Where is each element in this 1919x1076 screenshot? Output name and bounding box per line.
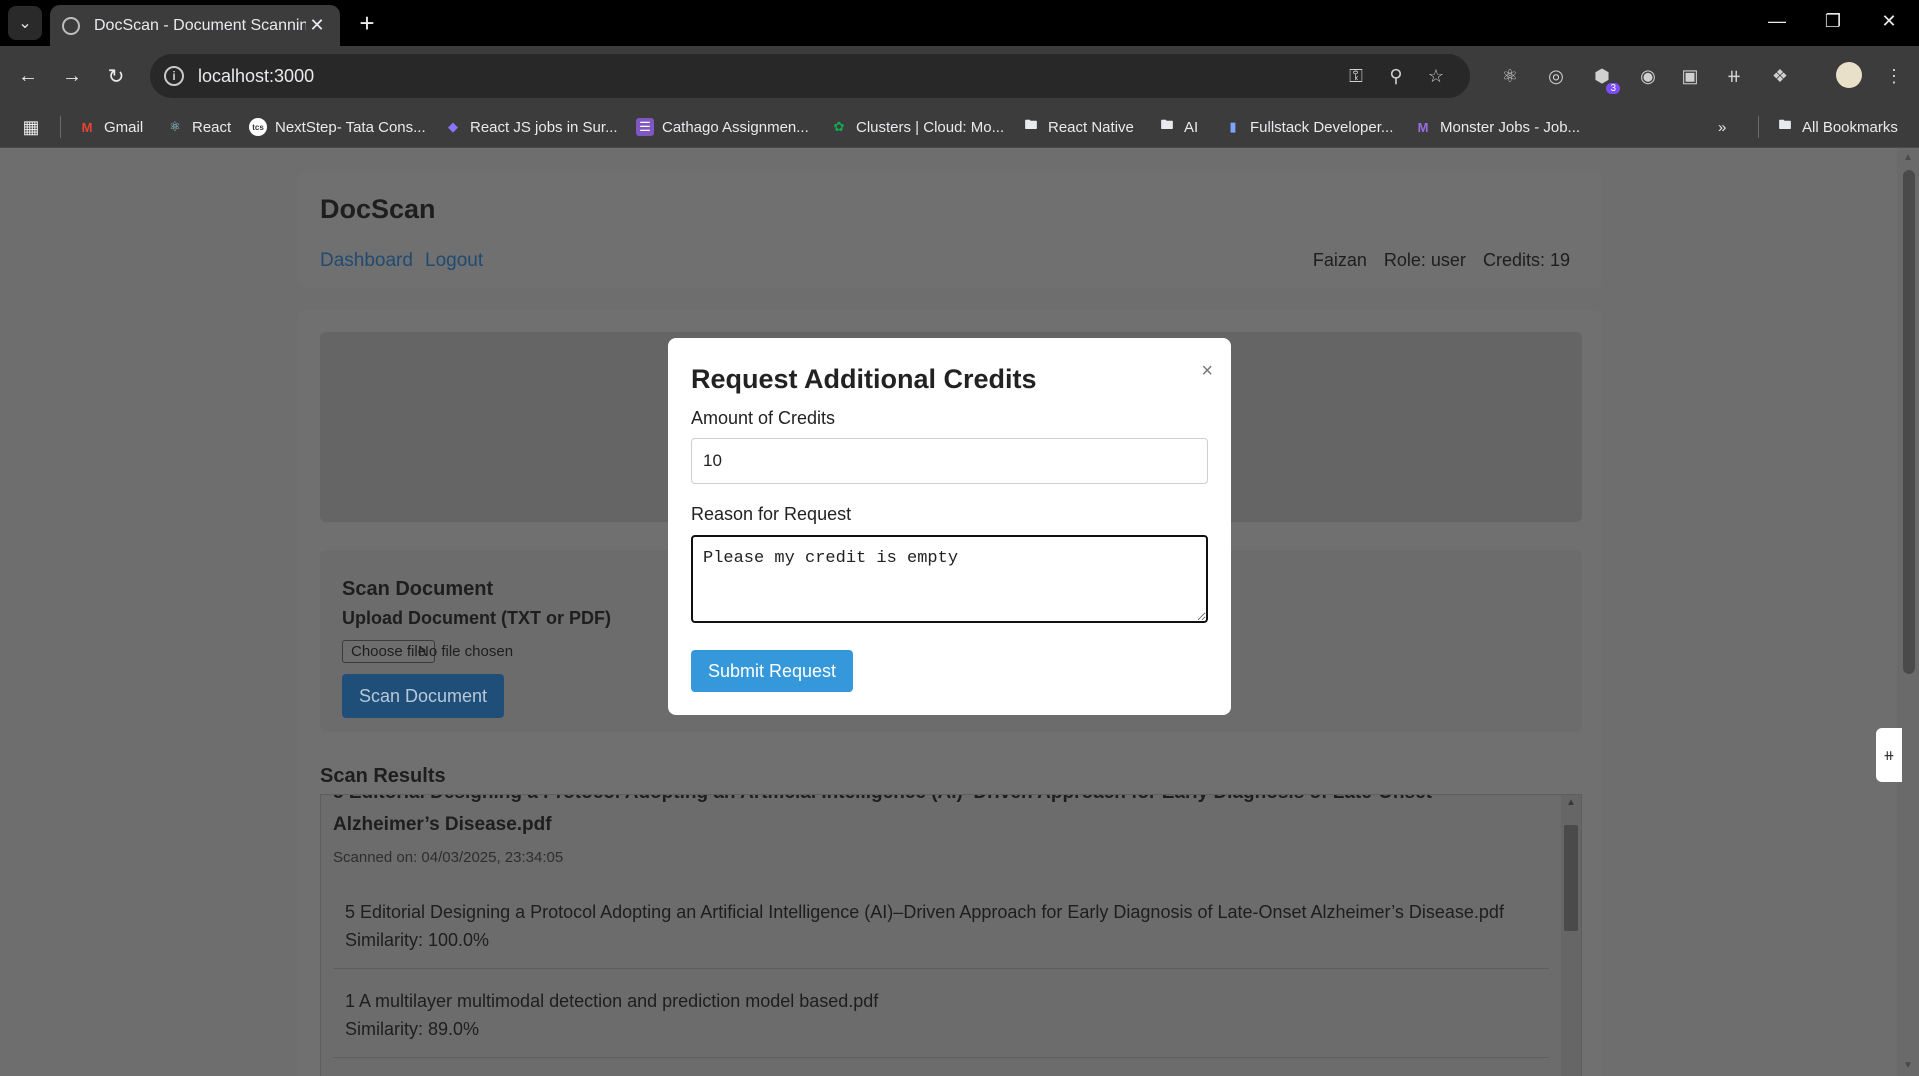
doc-icon: ▮ <box>1229 119 1237 134</box>
form-icon: ☰ <box>636 118 654 136</box>
folder-icon: 🖿 <box>1778 117 1792 132</box>
extension-badge: 3 <box>1606 83 1620 94</box>
results-scrollbar[interactable]: ▲ <box>1561 795 1581 1076</box>
bookmark-fullstack[interactable]: ▮ Fullstack Developer... <box>1224 114 1393 140</box>
forward-icon[interactable]: → <box>54 58 90 94</box>
bookmarks-divider <box>1758 116 1759 138</box>
match-similarity: Similarity: 89.0% <box>345 1019 480 1039</box>
url-text[interactable]: localhost:3000 <box>198 66 1336 87</box>
tab-bar: ⌄ DocScan - Document Scanning ✕ + — ❐ ✕ <box>0 0 1919 46</box>
bookmark-folder-react-native[interactable]: 🖿 React Native <box>1022 114 1133 140</box>
extension-side-handle-icon[interactable]: ⧺ <box>1876 728 1902 782</box>
job-icon: ◆ <box>448 119 458 134</box>
logout-link[interactable]: Logout <box>425 250 483 272</box>
upload-label: Upload Document (TXT or PDF) <box>342 608 611 628</box>
scan-title: Scan Document <box>342 578 494 600</box>
no-file-text: No file chosen <box>418 643 514 660</box>
brand-title: DocScan <box>320 194 436 224</box>
result-scanned-on: Scanned on: 04/03/2025, 23:34:05 <box>333 849 564 866</box>
apps-grid-icon[interactable]: ▦ <box>20 116 42 138</box>
window-close-icon[interactable]: ✕ <box>1866 6 1912 36</box>
amount-label: Amount of Credits <box>691 408 836 428</box>
request-credits-modal: Request Additional Credits × Amount of C… <box>668 338 1231 715</box>
new-tab-button[interactable]: + <box>352 8 382 38</box>
scan-results-title: Scan Results <box>320 765 446 787</box>
bookmark-gmail[interactable]: M Gmail <box>78 114 144 140</box>
app-header: DocScan Dashboard Logout Faizan Role: us… <box>298 172 1602 288</box>
globe-icon <box>62 16 80 35</box>
dashboard-link[interactable]: Dashboard <box>320 250 413 272</box>
extension-target-icon[interactable]: ◎ <box>1540 60 1572 92</box>
modal-title: Request Additional Credits <box>691 364 1037 394</box>
bookmark-cathago[interactable]: ☰ Cathago Assignmen... <box>636 114 809 140</box>
bookmarks-divider <box>60 116 61 138</box>
match-name: 1 A multilayer multimodal detection and … <box>345 991 879 1011</box>
reload-icon[interactable]: ↻ <box>98 58 134 94</box>
results-content: 5 Editorial Designing a Protocol Adoptin… <box>321 795 1561 1058</box>
reason-textarea[interactable]: Please my credit is empty <box>691 535 1208 623</box>
extension-app-icon[interactable]: ⧺ <box>1718 60 1750 92</box>
browser-toolbar: ← → ↻ i localhost:3000 ⚿ ⚲ ☆ ⚛ ◎ ⬢ 3 ◉ ▣ … <box>0 46 1919 106</box>
bookmark-monster[interactable]: M Monster Jobs - Job... <box>1414 114 1580 140</box>
bookmark-folder-ai[interactable]: 🖿 AI <box>1158 114 1198 140</box>
scan-document-button[interactable]: Scan Document <box>342 674 504 718</box>
zoom-icon[interactable]: ⚲ <box>1376 58 1416 94</box>
extensions-puzzle-icon[interactable]: ❖ <box>1764 60 1796 92</box>
scan-results-list[interactable]: 5 Editorial Designing a Protocol Adoptin… <box>320 794 1582 1076</box>
bookmark-star-icon[interactable]: ☆ <box>1416 58 1456 94</box>
user-credits: Credits: 19 <box>1482 250 1570 270</box>
restore-icon[interactable]: ❐ <box>1810 6 1856 36</box>
tab-close-icon[interactable]: ✕ <box>306 15 328 37</box>
extension-icon[interactable]: ◉ <box>1632 60 1664 92</box>
page-scrollbar[interactable]: ▲ ▼ <box>1897 148 1919 1076</box>
extension-badge-icon[interactable]: ⬢ 3 <box>1586 60 1620 94</box>
bookmark-tcs[interactable]: tcs NextStep- Tata Cons... <box>249 114 426 140</box>
amount-input[interactable] <box>691 438 1208 484</box>
tab-search-button[interactable]: ⌄ <box>8 6 42 40</box>
bookmark-react-jobs[interactable]: ◆ React JS jobs in Sur... <box>444 114 618 140</box>
tab-docscan[interactable]: DocScan - Document Scanning ✕ <box>50 5 340 46</box>
all-bookmarks[interactable]: 🖿 All Bookmarks <box>1776 114 1897 140</box>
back-icon[interactable]: ← <box>10 58 46 94</box>
mongodb-leaf-icon: ✿ <box>833 119 845 134</box>
extension-folder-icon[interactable]: ▣ <box>1674 60 1706 92</box>
match-name: 5 Editorial Designing a Protocol Adoptin… <box>345 902 1504 922</box>
match-item: 1 A multilayer multimodal detection and … <box>333 969 1549 1058</box>
submit-request-button[interactable]: Submit Request <box>691 650 853 692</box>
minimize-icon[interactable]: — <box>1754 6 1800 36</box>
folder-icon: 🖿 <box>1160 117 1174 132</box>
reason-label: Reason for Request <box>691 504 852 524</box>
password-key-icon[interactable]: ⚿ <box>1336 58 1376 94</box>
page-scroll-thumb[interactable] <box>1903 170 1915 674</box>
chevron-down-icon: ⌄ <box>18 15 32 32</box>
user-role: Role: user <box>1383 250 1466 270</box>
scroll-up-icon[interactable]: ▲ <box>1566 797 1576 808</box>
bookmark-mongodb[interactable]: ✿ Clusters | Cloud: Mo... <box>830 114 1005 140</box>
scroll-down-icon[interactable]: ▼ <box>1903 1060 1913 1071</box>
user-info: Faizan Role: user Credits: 19 <box>1301 250 1570 271</box>
react-devtools-icon[interactable]: ⚛ <box>1494 60 1526 92</box>
monster-icon: M <box>1417 119 1429 135</box>
bookmark-react[interactable]: ⚛ React <box>166 114 231 140</box>
scroll-up-icon[interactable]: ▲ <box>1903 152 1913 163</box>
site-info-icon[interactable]: i <box>164 66 184 86</box>
close-icon[interactable]: × <box>1201 360 1213 383</box>
profile-avatar[interactable] <box>1836 62 1862 88</box>
results-scroll-thumb[interactable] <box>1564 825 1578 931</box>
bookmarks-bar: ▦ M Gmail ⚛ React tcs NextStep- Tata Cons..… <box>0 106 1919 148</box>
result-filename: 5 Editorial Designing a Protocol Adoptin… <box>333 795 1432 835</box>
user-name: Faizan <box>1312 250 1367 270</box>
address-bar[interactable]: i localhost:3000 ⚿ ⚲ ☆ <box>150 54 1470 98</box>
react-icon: ⚛ <box>169 119 181 134</box>
match-item: 5 Editorial Designing a Protocol Adoptin… <box>333 880 1549 969</box>
match-similarity: Similarity: 100.0% <box>345 930 490 950</box>
tab-title: DocScan - Document Scanning <box>94 16 306 34</box>
menu-icon[interactable]: ⋮ <box>1878 60 1910 92</box>
more-bookmarks-chevron-icon[interactable]: » <box>1718 114 1726 140</box>
tcs-icon: tcs <box>249 118 267 136</box>
folder-icon: 🖿 <box>1024 117 1038 132</box>
gmail-icon: M <box>81 119 93 135</box>
